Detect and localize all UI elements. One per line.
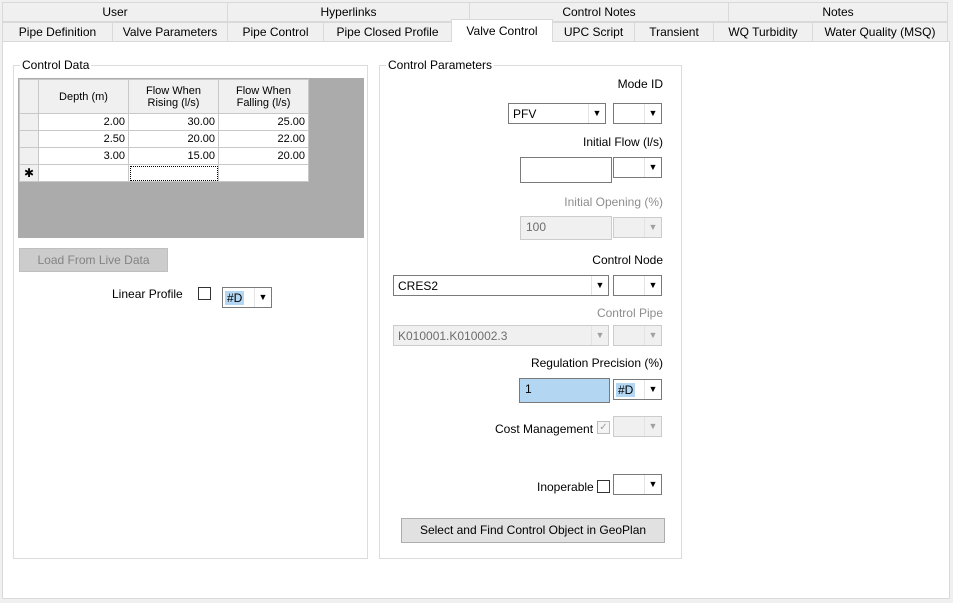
control-data-title: Control Data [20, 58, 92, 72]
cell-flow-falling[interactable]: 22.00 [218, 130, 309, 148]
chevron-down-icon[interactable]: ▼ [588, 104, 605, 123]
table-row[interactable]: 2.00 30.00 25.00 [19, 113, 309, 131]
cell-flow-rising[interactable]: 20.00 [128, 130, 219, 148]
chevron-down-icon[interactable]: ▼ [644, 104, 661, 123]
control-pipe-combo[interactable]: K010001.K010002.3 ▼ [393, 325, 609, 346]
grid-col-depth[interactable]: Depth (m) [38, 79, 129, 114]
tab-wq-turbidity[interactable]: WQ Turbidity [713, 22, 813, 42]
linear-profile-checkbox[interactable] [198, 287, 211, 300]
control-node-combo[interactable]: CRES2 ▼ [393, 275, 609, 296]
cell-flow-falling[interactable]: 25.00 [218, 113, 309, 131]
tab-valve-control[interactable]: Valve Control [451, 19, 553, 42]
initial-opening-flag-combo[interactable]: ▼ [613, 217, 662, 238]
initial-opening-label: Initial Opening (%) [564, 195, 663, 209]
cell-flow-rising-new[interactable] [128, 164, 219, 182]
new-row[interactable]: ✱ [19, 164, 309, 182]
mode-id-combo[interactable]: PFV ▼ [508, 103, 606, 124]
control-node-flag-combo[interactable]: ▼ [613, 275, 662, 296]
regulation-precision-flag-combo[interactable]: #D ▼ [613, 379, 662, 400]
initial-flow-flag-combo[interactable]: ▼ [613, 157, 662, 178]
chevron-down-icon[interactable]: ▼ [644, 276, 661, 295]
row-header[interactable] [19, 113, 39, 131]
tab-notes[interactable]: Notes [728, 2, 948, 22]
table-row[interactable]: 3.00 15.00 20.00 [19, 147, 309, 165]
linear-profile-combo-value: #D [225, 291, 245, 305]
cell-flow-falling[interactable]: 20.00 [218, 147, 309, 165]
chevron-down-icon[interactable]: ▼ [644, 326, 661, 345]
control-pipe-flag-combo[interactable]: ▼ [613, 325, 662, 346]
regulation-precision-label: Regulation Precision (%) [530, 356, 663, 370]
initial-flow-input[interactable] [520, 157, 612, 183]
tab-pipe-closed-profile[interactable]: Pipe Closed Profile [323, 22, 452, 42]
control-parameters-title: Control Parameters [386, 58, 495, 72]
inoperable-label: Inoperable [537, 480, 594, 494]
chevron-down-icon[interactable]: ▼ [644, 218, 661, 237]
mode-id-flag-combo[interactable]: ▼ [613, 103, 662, 124]
cell-depth-new[interactable] [38, 164, 129, 182]
control-data-grid[interactable]: Depth (m) Flow When Rising (l/s) Flow Wh… [19, 79, 309, 182]
cell-depth[interactable]: 2.50 [38, 130, 129, 148]
row-header[interactable] [19, 147, 39, 165]
chevron-down-icon[interactable]: ▼ [254, 288, 271, 307]
tab-user[interactable]: User [2, 2, 228, 22]
new-row-icon: ✱ [19, 164, 39, 182]
regulation-precision-input[interactable]: 1 [519, 378, 610, 403]
table-row[interactable]: 2.50 20.00 22.00 [19, 130, 309, 148]
cell-flow-rising[interactable]: 30.00 [128, 113, 219, 131]
cell-flow-falling-new[interactable] [218, 164, 309, 182]
control-node-value: CRES2 [398, 279, 439, 293]
tab-transient[interactable]: Transient [634, 22, 714, 42]
grid-col-flow-rising[interactable]: Flow When Rising (l/s) [128, 79, 219, 114]
load-from-live-data-button[interactable]: Load From Live Data [19, 248, 168, 272]
grid-corner[interactable] [19, 79, 39, 114]
tab-valve-parameters[interactable]: Valve Parameters [112, 22, 228, 42]
chevron-down-icon[interactable]: ▼ [591, 326, 608, 345]
chevron-down-icon[interactable]: ▼ [591, 276, 608, 295]
linear-profile-combo[interactable]: #D ▼ [222, 287, 272, 308]
chevron-down-icon[interactable]: ▼ [644, 475, 661, 494]
select-find-control-object-button[interactable]: Select and Find Control Object in GeoPla… [401, 518, 665, 543]
cost-management-label: Cost Management [495, 422, 594, 436]
control-pipe-label: Control Pipe [596, 306, 663, 320]
inoperable-checkbox[interactable] [597, 480, 610, 493]
cell-flow-rising[interactable]: 15.00 [128, 147, 219, 165]
cost-management-flag-combo[interactable]: ▼ [613, 416, 662, 437]
row-header[interactable] [19, 130, 39, 148]
regulation-precision-flag-value: #D [616, 383, 636, 397]
chevron-down-icon[interactable]: ▼ [644, 380, 661, 399]
tab-upc-script[interactable]: UPC Script [552, 22, 635, 42]
cell-depth[interactable]: 2.00 [38, 113, 129, 131]
initial-opening-input[interactable]: 100 [520, 216, 612, 240]
chevron-down-icon[interactable]: ▼ [644, 158, 661, 177]
control-pipe-value: K010001.K010002.3 [398, 329, 508, 343]
cell-depth[interactable]: 3.00 [38, 147, 129, 165]
mode-id-label: Mode ID [617, 77, 663, 91]
tab-water-quality-msq[interactable]: Water Quality (MSQ) [812, 22, 948, 42]
chevron-down-icon[interactable]: ▼ [644, 417, 661, 436]
initial-flow-label: Initial Flow (l/s) [582, 135, 663, 149]
tab-pipe-definition[interactable]: Pipe Definition [2, 22, 113, 42]
grid-col-flow-falling[interactable]: Flow When Falling (l/s) [218, 79, 309, 114]
tab-pipe-control[interactable]: Pipe Control [227, 22, 324, 42]
cost-management-checkbox[interactable]: ✓ [597, 421, 610, 434]
mode-id-value: PFV [513, 107, 537, 121]
inoperable-flag-combo[interactable]: ▼ [613, 474, 662, 495]
control-node-label: Control Node [592, 253, 663, 267]
linear-profile-label: Linear Profile [112, 287, 183, 301]
tab-hyperlinks[interactable]: Hyperlinks [227, 2, 470, 22]
